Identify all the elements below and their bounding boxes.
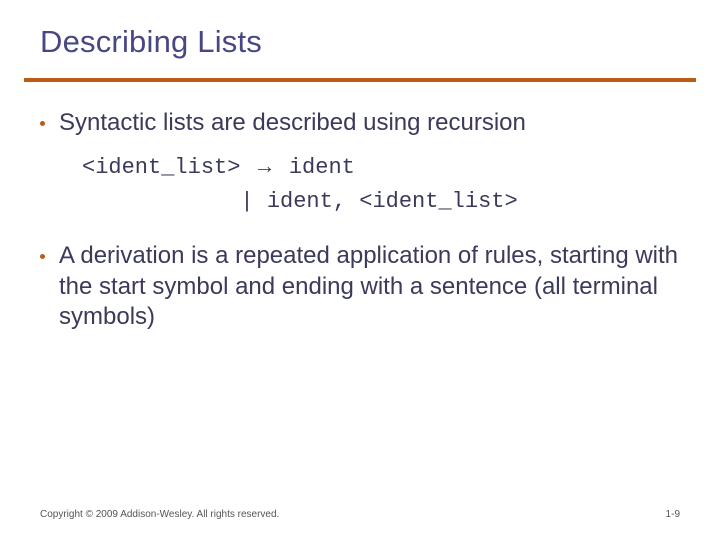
page-number: 1-9 bbox=[666, 509, 680, 520]
bullet-item: Syntactic lists are described using recu… bbox=[40, 108, 680, 139]
slide-title: Describing Lists bbox=[40, 24, 262, 60]
arrow-icon: → bbox=[254, 153, 276, 178]
slide: Describing Lists Syntactic lists are des… bbox=[0, 0, 720, 540]
code-block: <ident_list> → ident | ident, <ident_lis… bbox=[82, 149, 680, 219]
bullet-dot-icon bbox=[40, 254, 45, 259]
code-rhs: ident bbox=[289, 155, 355, 180]
copyright-text: Copyright © 2009 Addison-Wesley. All rig… bbox=[40, 509, 279, 520]
bullet-dot-icon bbox=[40, 121, 45, 126]
footer: Copyright © 2009 Addison-Wesley. All rig… bbox=[40, 509, 680, 520]
title-underline bbox=[24, 78, 696, 82]
bullet-text: A derivation is a repeated application o… bbox=[59, 241, 680, 333]
bullet-item: A derivation is a repeated application o… bbox=[40, 241, 680, 333]
content-area: Syntactic lists are described using recu… bbox=[40, 108, 680, 343]
code-line2: | ident, <ident_list> bbox=[82, 189, 518, 214]
bullet-text: Syntactic lists are described using recu… bbox=[59, 108, 526, 139]
code-lhs: <ident_list> bbox=[82, 155, 240, 180]
